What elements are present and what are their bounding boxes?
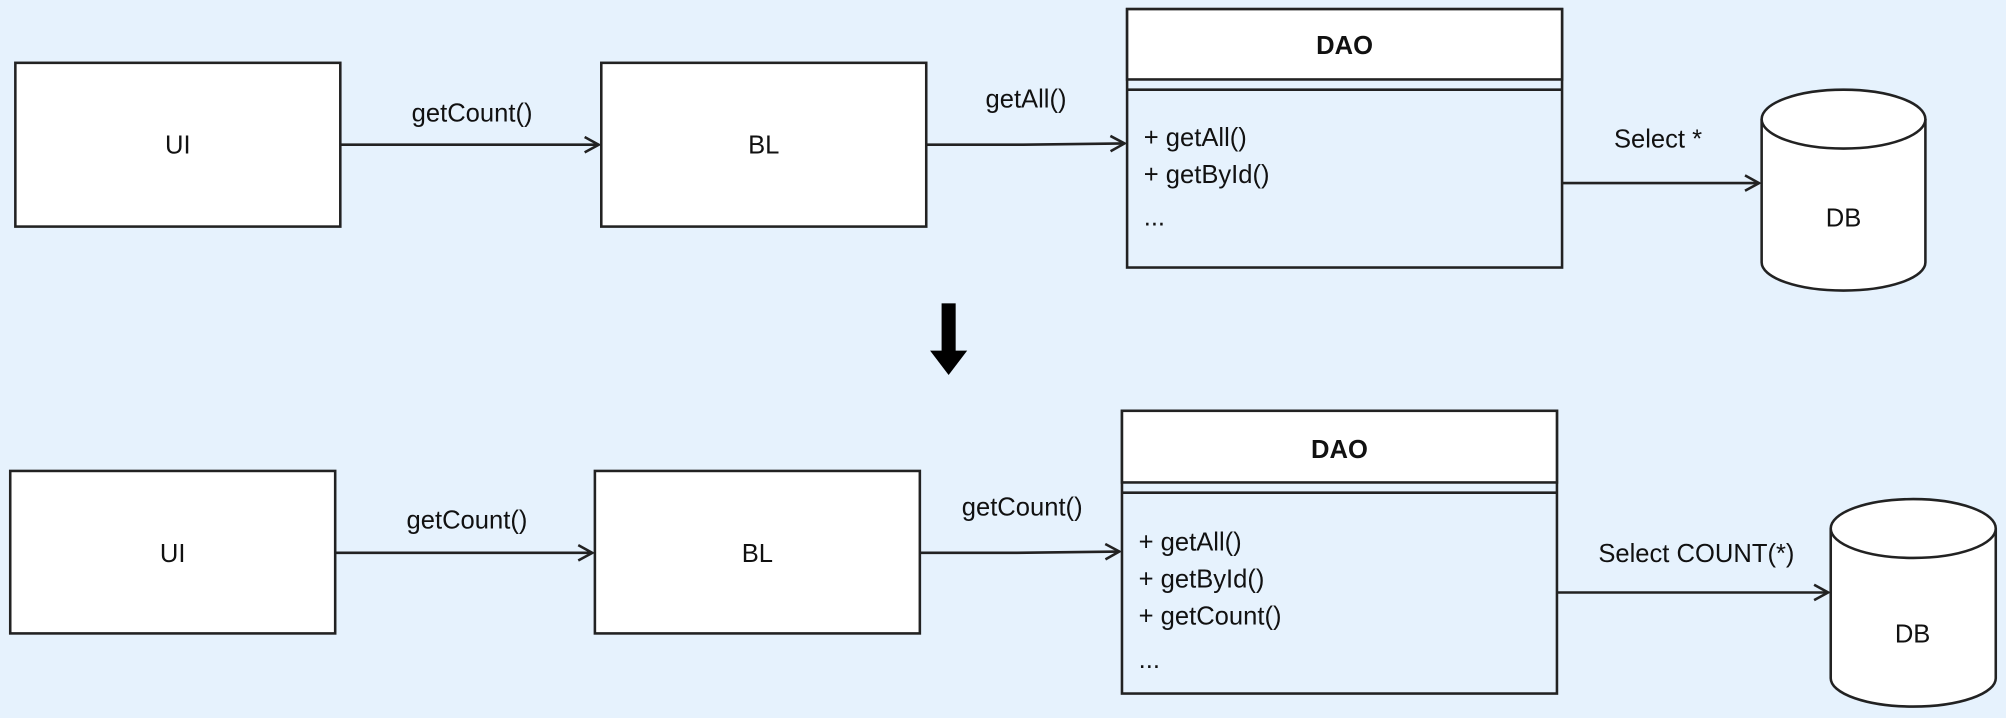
ui-to-bl-label: getCount() <box>412 100 533 128</box>
dao-to-db-label: Select * <box>1614 125 1702 153</box>
bl-label: BL <box>742 540 773 568</box>
db-label: DB <box>1895 620 1931 648</box>
bl-to-dao-label: getAll() <box>986 86 1067 114</box>
bl-to-dao-arrow <box>919 552 1120 553</box>
ui-to-bl-label: getCount() <box>407 507 528 535</box>
db-cylinder: DB <box>1760 88 1927 292</box>
dao-class: DAO + getAll() + getById() + getCount() … <box>1120 409 1559 695</box>
dao-method: + getAll() <box>1144 124 1247 152</box>
db-label: DB <box>1826 205 1862 233</box>
dao-method: + getAll() <box>1139 528 1242 556</box>
after-diagram: UI getCount() BL getCount() DAO + getAll… <box>8 409 1998 708</box>
dao-class: DAO + getAll() + getById() ... <box>1125 7 1564 269</box>
dao-to-db-label: Select COUNT(*) <box>1598 540 1794 568</box>
dao-method: + getById() <box>1144 161 1270 189</box>
dao-method: + getById() <box>1139 565 1265 593</box>
dao-title: DAO <box>1311 436 1368 464</box>
bl-to-dao-arrow <box>926 143 1124 144</box>
db-cylinder: DB <box>1829 497 1998 708</box>
diagram: UI getCount() BL getAll() DAO + getAll()… <box>8 7 1998 708</box>
bl-to-dao-label: getCount() <box>962 494 1083 522</box>
ui-label: UI <box>165 132 191 160</box>
ui-label: UI <box>160 540 186 568</box>
dao-method: ... <box>1144 203 1165 231</box>
dao-method: ... <box>1139 646 1160 674</box>
bl-label: BL <box>748 132 779 160</box>
dao-title: DAO <box>1316 32 1373 60</box>
arrow-down-icon <box>930 303 968 375</box>
dao-method: + getCount() <box>1139 602 1282 630</box>
before-diagram: UI getCount() BL getAll() DAO + getAll()… <box>14 7 1927 292</box>
